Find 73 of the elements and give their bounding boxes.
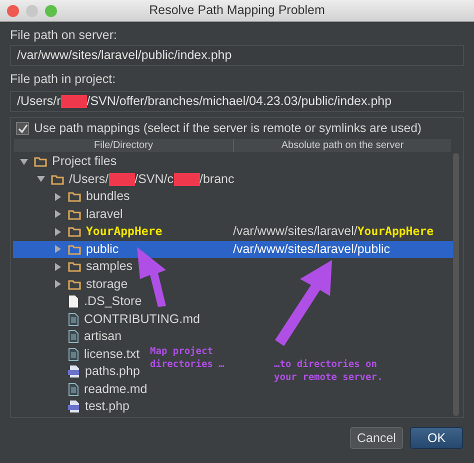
column-header[interactable]: Absolute path on the server: [234, 139, 451, 152]
text-file-icon: [68, 348, 79, 361]
tree-item[interactable]: .DS_Store: [53, 292, 142, 312]
tree-item[interactable]: paths.php: [53, 362, 140, 382]
tree-item[interactable]: readme.md: [53, 380, 148, 399]
redaction-mark: [60, 95, 87, 108]
php-file-icon: [68, 400, 80, 414]
ok-button[interactable]: OK: [410, 427, 463, 449]
expanded-arrow-icon[interactable]: [37, 175, 45, 184]
annotation-text: Map project directories …: [150, 346, 226, 371]
tree-item[interactable]: laravel: [53, 204, 123, 224]
close-icon[interactable]: [7, 5, 19, 17]
server-path-highlight: YourAppHere: [357, 223, 434, 240]
path-text: /Users/: [69, 170, 109, 188]
path-text: artisan: [84, 328, 122, 346]
path-text: public: [86, 240, 119, 258]
path-text: samples: [86, 258, 133, 276]
path-text: Project files: [52, 153, 117, 170]
text-file-icon: [68, 330, 79, 344]
tree-item[interactable]: test.php: [53, 397, 130, 416]
text-file-icon: [68, 382, 79, 396]
collapsed-arrow-icon[interactable]: [54, 210, 62, 218]
path-text: YourAppHere: [86, 223, 162, 240]
folder-icon: [68, 278, 81, 290]
tree-item[interactable]: storage: [53, 274, 128, 294]
path-text: license.txt: [84, 346, 140, 363]
server-path-field[interactable]: /var/www/sites/laravel/public/index.php: [10, 45, 464, 66]
tree-item[interactable]: CONTRIBUTING.md: [53, 310, 200, 329]
tree-item[interactable]: YourAppHere: [53, 223, 162, 240]
collapsed-arrow-icon[interactable]: [54, 280, 62, 288]
scrollbar[interactable]: [453, 153, 459, 416]
folder-icon: [34, 156, 47, 168]
path-text: .DS_Store: [84, 293, 142, 310]
folder-icon: [68, 261, 81, 272]
file-icon: [68, 295, 79, 308]
folder-icon: [68, 208, 81, 220]
collapsed-arrow-icon[interactable]: [54, 228, 62, 236]
checkbox[interactable]: [16, 122, 29, 135]
path-text: /Users/r: [17, 93, 61, 110]
path-text: laravel: [86, 206, 123, 223]
folder-icon: [51, 174, 64, 185]
selected-row[interactable]: public /var/www/sites/laravel/public: [13, 240, 453, 258]
redaction-mark: [174, 172, 200, 186]
path-text: bundles: [86, 188, 130, 206]
path-text: storage: [86, 276, 128, 293]
expanded-arrow-icon[interactable]: [20, 158, 28, 166]
tree-item[interactable]: bundles: [53, 187, 130, 206]
server-path: /var/www/sites/laravel/: [233, 223, 358, 240]
column-header[interactable]: File/Directory: [14, 139, 234, 152]
folder-icon: [68, 226, 81, 238]
collapsed-arrow-icon[interactable]: [54, 262, 62, 271]
annotation-text: …to directories on your remote server.: [274, 359, 384, 384]
text-file-icon: [68, 312, 79, 326]
cancel-button[interactable]: Cancel: [350, 427, 403, 449]
tree-item[interactable]: Project files: [19, 152, 117, 172]
collapsed-arrow-icon[interactable]: [54, 245, 62, 254]
tree-item[interactable]: license.txt: [53, 344, 140, 364]
folder-icon: [68, 191, 81, 202]
php-file-icon: [68, 365, 80, 378]
collapsed-arrow-icon[interactable]: [54, 192, 62, 201]
window-title: Resolve Path Mapping Problem: [149, 2, 325, 20]
tree-item[interactable]: samples: [53, 257, 133, 276]
path-text: test.php: [85, 398, 130, 416]
folder-icon: [68, 244, 81, 255]
path-text: paths.php: [85, 363, 140, 380]
path-text: CONTRIBUTING.md: [84, 310, 200, 328]
tree-item[interactable]: artisan: [53, 327, 122, 346]
field-label: File path in project:: [10, 71, 117, 88]
server-path: /var/www/sites/laravel/public: [233, 240, 390, 258]
path-text: readme.md: [84, 380, 148, 398]
field-label: File path on server:: [10, 27, 118, 44]
checkbox-label: Use path mappings (select if the server is remote or symlinks are used): [34, 120, 422, 138]
redaction-mark: [108, 172, 135, 186]
